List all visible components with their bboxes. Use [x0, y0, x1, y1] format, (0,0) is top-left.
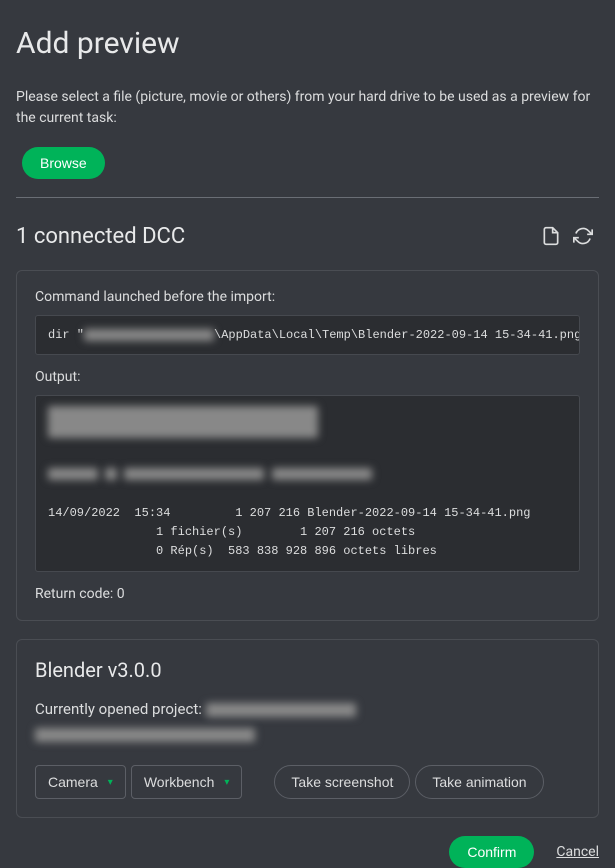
dcc-name: Blender v3.0.0	[35, 658, 580, 682]
output-block: 14/09/2022 15:34 1 207 216 Blender-2022-…	[35, 395, 580, 572]
take-screenshot-button[interactable]: Take screenshot	[274, 765, 410, 799]
page-title: Add preview	[16, 26, 599, 61]
refresh-icon-button[interactable]	[567, 220, 599, 252]
browse-button[interactable]: Browse	[22, 147, 105, 179]
file-icon-button[interactable]	[535, 220, 567, 252]
dialog-footer: Confirm Cancel	[16, 836, 599, 868]
chevron-down-icon: ▾	[108, 777, 113, 788]
instruction-text: Please select a file (picture, movie or …	[16, 87, 599, 129]
command-label: Command launched before the import:	[35, 289, 580, 305]
dcc-count-header: 1 connected DCC	[16, 224, 535, 249]
dcc-panel: Blender v3.0.0 Currently opened project:…	[16, 639, 599, 818]
cancel-link[interactable]: Cancel	[556, 844, 599, 860]
confirm-button[interactable]: Confirm	[449, 836, 534, 868]
divider	[16, 197, 599, 198]
project-path-redacted	[35, 724, 580, 743]
refresh-icon	[573, 226, 593, 246]
command-block: dir "\AppData\Local\Temp\Blender-2022-09…	[35, 315, 580, 355]
take-animation-button[interactable]: Take animation	[415, 765, 543, 799]
output-label: Output:	[35, 369, 580, 385]
camera-dropdown[interactable]: Camera ▾	[35, 765, 126, 799]
chevron-down-icon: ▾	[224, 777, 229, 788]
renderer-dropdown[interactable]: Workbench ▾	[131, 765, 243, 799]
file-icon	[541, 226, 561, 246]
project-line: Currently opened project:	[35, 700, 580, 718]
return-code: Return code: 0	[35, 586, 580, 602]
camera-label: Camera	[48, 774, 98, 790]
command-panel: Command launched before the import: dir …	[16, 270, 599, 621]
renderer-label: Workbench	[144, 774, 215, 790]
